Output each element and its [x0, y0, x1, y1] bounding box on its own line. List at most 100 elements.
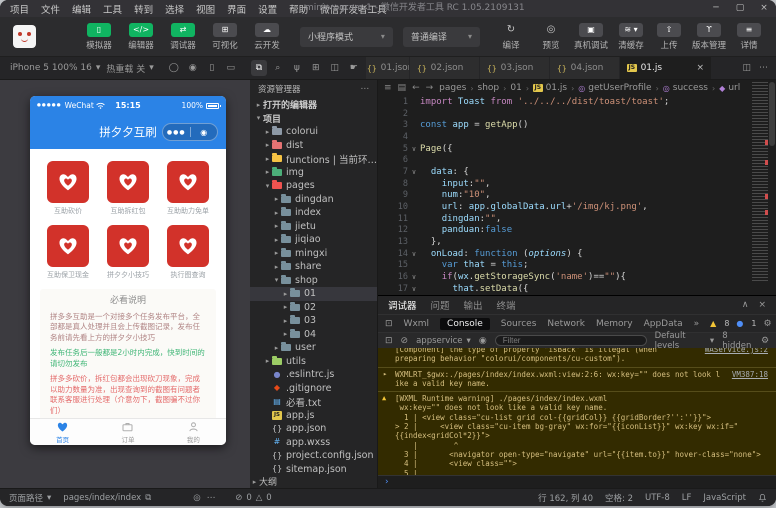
tree-item[interactable]: ▸ 04 — [250, 328, 377, 342]
devtools-tab[interactable]: Memory — [596, 319, 633, 329]
tree-item[interactable]: ▸ dist — [250, 139, 377, 153]
minimap[interactable] — [752, 82, 768, 282]
miniprogram-grid-item[interactable]: 互助保卫现金 — [44, 225, 92, 280]
tree-item[interactable]: ▸ jietu — [250, 220, 377, 234]
record-icon[interactable]: ◉ — [185, 60, 201, 76]
language-mode[interactable]: JavaScript — [703, 493, 746, 503]
breadcrumb-item[interactable]: ◆ url — [719, 83, 740, 93]
console-warning-entry[interactable]: ▸ WXMLRT_$gwx:./pages/index/index.wxml:vi… — [378, 366, 776, 392]
page-path-select[interactable]: 页面路径 ▾ — [9, 492, 51, 504]
toolbar-button-simulator[interactable]: ▯ 模拟器 — [80, 22, 118, 51]
capsule-close-icon[interactable]: ◉ — [191, 128, 218, 137]
tree-item[interactable]: ▸ 03 — [250, 314, 377, 328]
breadcrumb-item[interactable]: ◎ getUserProfile — [578, 83, 651, 93]
menu-item[interactable]: 项目 — [4, 2, 35, 16]
tree-item[interactable]: ▾ shop — [250, 274, 377, 288]
clear-console-icon[interactable]: ⊘ — [401, 336, 409, 346]
bookmark-icon[interactable]: ▤ — [398, 83, 407, 93]
files-icon[interactable]: ⧉ — [250, 60, 267, 76]
tree-item[interactable]: JS app.js — [250, 409, 377, 423]
console-prompt[interactable]: › — [378, 475, 776, 488]
tree-item[interactable]: ▸ dingdan — [250, 193, 377, 207]
miniprogram-grid-item[interactable]: 互助助力免单 — [164, 161, 212, 216]
tree-item[interactable]: ▸ user — [250, 341, 377, 355]
breadcrumb-item[interactable]: JS 01.js — [533, 83, 567, 93]
console-filter-input[interactable] — [494, 335, 647, 346]
landscape-icon[interactable]: ▭ — [223, 60, 239, 76]
portrait-icon[interactable]: ▯ — [204, 60, 220, 76]
editor-tab[interactable]: {}01.json — [366, 57, 410, 79]
breadcrumb-item[interactable]: 01 — [510, 83, 521, 93]
editor-tab[interactable]: {} 03.json — [480, 57, 550, 79]
tree-item[interactable]: {} sitemap.json — [250, 463, 377, 476]
phone-tab-orders[interactable]: 订单 — [95, 419, 160, 445]
editor-scrollbar[interactable] — [768, 80, 776, 295]
layout-icon[interactable]: ⊞ — [308, 60, 324, 76]
hot-reload-toggle[interactable]: 热重载 关 ▾ — [106, 62, 153, 75]
context-select[interactable]: appservice ▾ — [416, 336, 471, 346]
menu-item[interactable]: 编辑 — [66, 2, 97, 16]
cursor-position[interactable]: 行 162, 列 40 — [538, 492, 593, 504]
inspect-icon[interactable]: ⊡ — [385, 336, 393, 346]
tree-item[interactable]: ▸ colorui — [250, 125, 377, 139]
toolbar-button-visualize[interactable]: ⊞ 可视化 — [206, 22, 244, 51]
devtools-tab[interactable]: Console — [440, 317, 490, 330]
record-status-icon[interactable]: ◎ — [193, 493, 200, 503]
source-link[interactable]: WAService.js:2 — [705, 348, 768, 364]
code-area[interactable]: 1 import Toast from '../../../dist/toast/… — [378, 96, 750, 295]
fold-icon[interactable]: ∨ — [408, 168, 420, 176]
back-icon[interactable]: ← — [412, 83, 420, 93]
miniprogram-grid-item[interactable]: 互助砍价 — [44, 161, 92, 216]
action-button-version[interactable]: ϒ 版本管理 — [690, 22, 728, 51]
fold-icon[interactable]: ∨ — [408, 250, 420, 258]
indentation-setting[interactable]: 空格: 2 — [605, 492, 633, 504]
tree-item[interactable]: {} project.config.json — [250, 449, 377, 463]
tree-item[interactable]: ▸ functions | 当前环境: cl... — [250, 152, 377, 166]
menu-item[interactable]: 视图 — [190, 2, 221, 16]
action-button-device-debug[interactable]: ▣ 真机调试 — [572, 22, 610, 51]
toolbar-button-cloud[interactable]: ☁ 云开发 — [248, 22, 286, 51]
tree-item[interactable]: ▸ utils — [250, 355, 377, 369]
window-minimize-button[interactable]: ─ — [704, 0, 728, 17]
copy-icon[interactable]: ⧉ — [145, 493, 151, 503]
action-button-preview[interactable]: ◎ 预览 — [532, 23, 570, 51]
devtools-more-tabs[interactable]: » — [694, 319, 700, 329]
explorer-more-icon[interactable]: ⋯ — [361, 84, 370, 94]
window-maximize-button[interactable]: ▢ — [728, 0, 752, 17]
breadcrumb-item[interactable]: pages — [439, 83, 466, 93]
panel-icon[interactable]: ◫ — [327, 60, 343, 76]
rotate-icon[interactable]: ◯ — [166, 60, 182, 76]
compile-mode-select[interactable]: 普通编译 ▾ — [402, 26, 480, 47]
miniprogram-grid-item[interactable]: 拼夕夕小技巧 — [104, 225, 152, 280]
menu-item[interactable]: 设置 — [252, 2, 283, 16]
editor-tab[interactable]: {} 02.json — [410, 57, 480, 79]
debugger-tab[interactable]: 问题 — [431, 298, 450, 312]
tree-item[interactable]: ● .eslintrc.js — [250, 368, 377, 382]
action-button-compile[interactable]: ↻ 编译 — [492, 23, 530, 51]
tree-item[interactable]: {} app.json — [250, 422, 377, 436]
encoding-setting[interactable]: UTF-8 — [645, 493, 670, 503]
console-warning-entry[interactable]: ▲ [WXML Runtime warning] ./pages/index/in… — [378, 391, 776, 475]
action-button-clear-cache[interactable]: ≋ ▾ 清缓存 — [612, 22, 650, 51]
miniprogram-grid-item[interactable]: 执行图查询 — [164, 225, 212, 280]
tree-item[interactable]: ◆ .gitignore — [250, 382, 377, 396]
debugger-tab[interactable]: 调试器 — [388, 298, 417, 312]
collapse-panel-icon[interactable]: ∧ — [742, 300, 749, 310]
mode-select[interactable]: 小程序模式 ▾ — [300, 26, 393, 47]
tab-strip-more-icon[interactable]: ⋯ — [759, 63, 768, 73]
eol-setting[interactable]: LF — [682, 493, 692, 503]
window-close-button[interactable]: × — [752, 0, 776, 17]
menu-item[interactable]: 界面 — [221, 2, 252, 16]
outline-section[interactable]: ▸ 大纲 — [250, 475, 377, 489]
source-link[interactable]: VM387:18 — [732, 370, 768, 389]
tree-item[interactable]: ▸ mingxi — [250, 247, 377, 261]
tree-item[interactable]: ▸ 01 — [250, 287, 377, 301]
git-branch-icon[interactable]: ψ — [289, 60, 305, 76]
menu-item[interactable]: 选择 — [159, 2, 190, 16]
search-icon[interactable]: ⌕ — [270, 60, 286, 76]
devtools-settings-icon[interactable]: ⚙ — [764, 319, 772, 329]
menu-item[interactable]: 转到 — [128, 2, 159, 16]
fold-icon[interactable]: ∨ — [408, 145, 420, 153]
devtools-tab[interactable]: AppData — [644, 319, 683, 329]
eye-icon[interactable]: ◉ — [479, 336, 487, 346]
